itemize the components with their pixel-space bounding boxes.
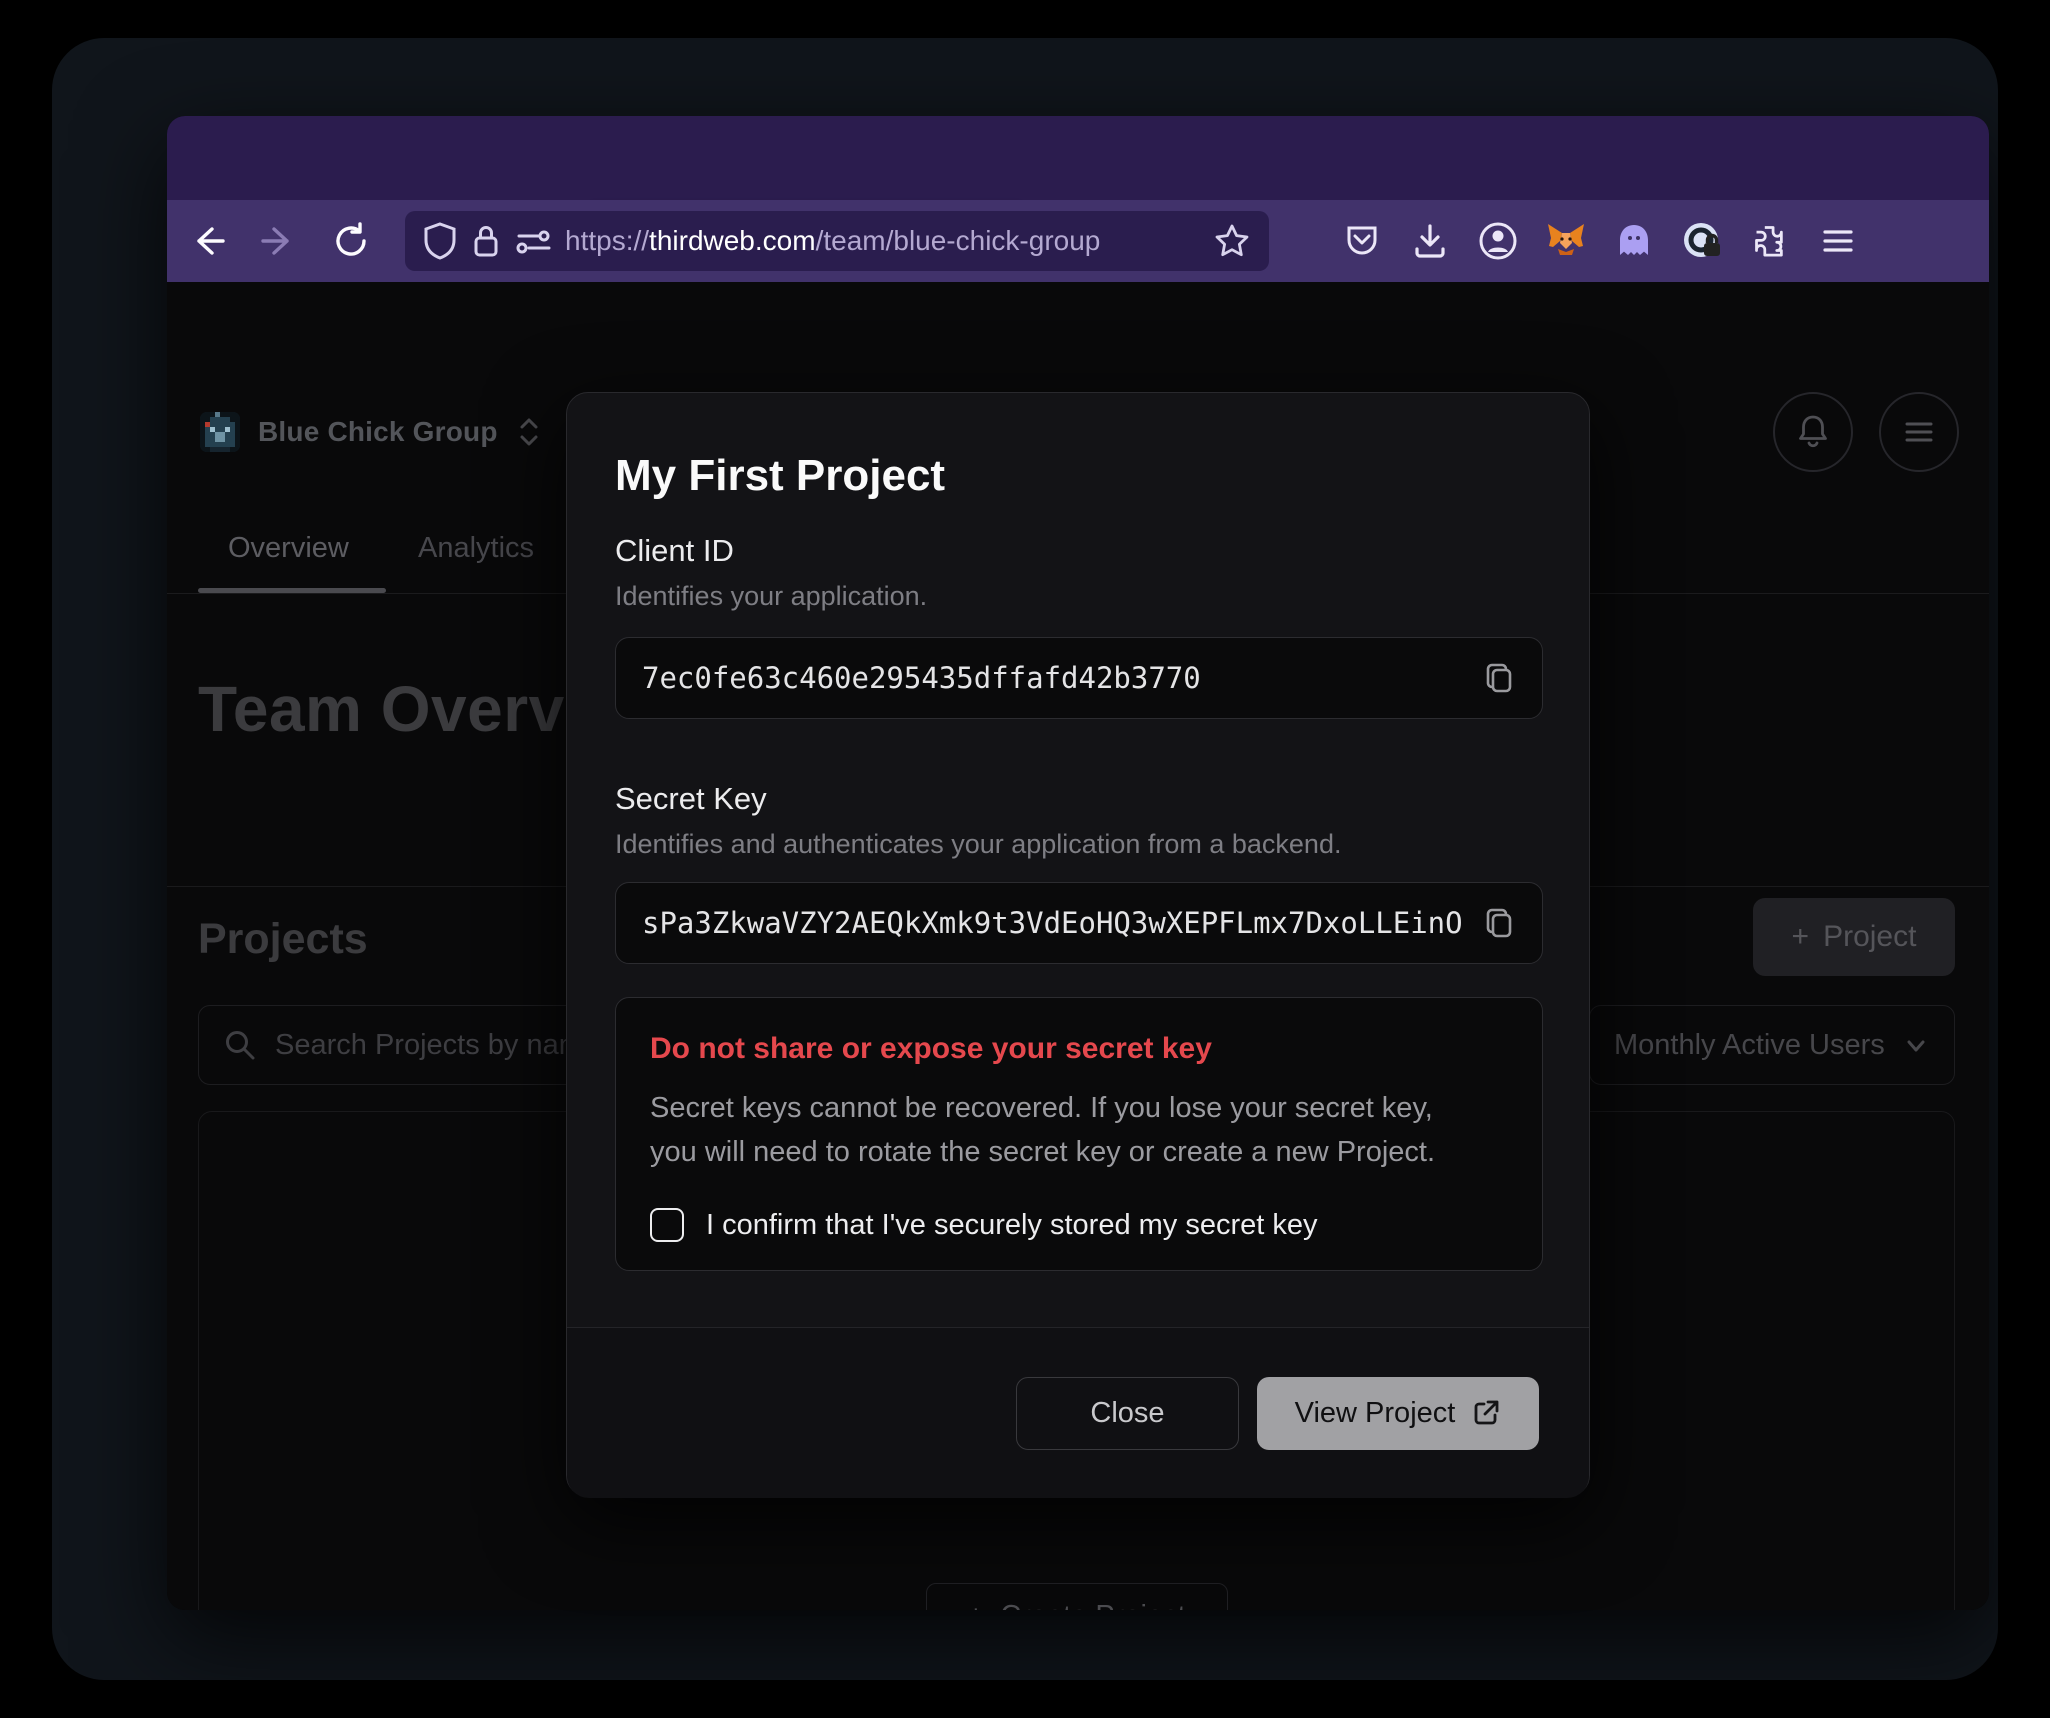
sort-selected-value: Monthly Active Users [1614,1029,1885,1062]
add-project-button[interactable]: + Project [1753,898,1955,976]
team-name: Blue Chick Group [258,416,498,448]
secret-key-label: Secret Key [615,781,767,817]
add-project-label: Project [1823,920,1916,954]
modal-footer: Close View Project [567,1327,1589,1498]
url-path: /team/blue-chick-group [816,225,1101,256]
permissions-icon[interactable] [515,226,551,256]
url-domain: thirdweb.com [649,225,816,256]
pocket-icon[interactable] [1339,218,1385,264]
view-project-button[interactable]: View Project [1257,1377,1539,1450]
client-id-value: 7ec0fe63c460e295435dffafd42b3770 [642,661,1462,695]
url-bar[interactable]: https://thirdweb.com/team/blue-chick-gro… [405,211,1269,271]
metamask-icon[interactable] [1543,218,1589,264]
account-icon[interactable] [1475,218,1521,264]
tab-overview[interactable]: Overview [228,532,349,565]
team-avatar [200,412,240,452]
secret-key-warning: Do not share or expose your secret key S… [615,997,1543,1271]
project-details-modal: My First Project Client ID Identifies yo… [566,392,1590,1497]
create-project-label: Create Project [1000,1600,1185,1611]
create-project-button[interactable]: + Create Project [926,1583,1228,1610]
confirm-label: I confirm that I've securely stored my s… [706,1209,1318,1242]
url-text[interactable]: https://thirdweb.com/team/blue-chick-gro… [565,225,1199,257]
client-id-field[interactable]: 7ec0fe63c460e295435dffafd42b3770 [615,637,1543,719]
url-scheme: https:// [565,225,649,256]
view-project-label: View Project [1295,1397,1456,1430]
tab-analytics[interactable]: Analytics [418,532,534,565]
tracking-protection-shield-icon[interactable] [423,222,457,260]
projects-heading: Projects [198,915,368,964]
confirm-row: I confirm that I've securely stored my s… [650,1208,1508,1242]
copy-icon[interactable] [1482,659,1516,697]
modal-title: My First Project [615,451,945,501]
onepassword-icon[interactable] [1679,218,1725,264]
external-link-icon [1471,1398,1501,1428]
team-switch-chevrons-icon [516,415,542,449]
reload-icon[interactable] [329,219,373,263]
notifications-bell-button[interactable] [1773,392,1853,472]
secret-key-description: Identifies and authenticates your applic… [615,829,1341,860]
extensions-puzzle-icon[interactable] [1747,218,1793,264]
plus-icon: + [967,1600,984,1611]
phantom-icon[interactable] [1611,218,1657,264]
account-menu-button[interactable] [1879,392,1959,472]
plus-icon: + [1792,920,1810,954]
secret-key-value: sPa3ZkwaVZY2AEQkXmk9t3VdEoHQ3wXEPFLmx7Dx… [642,906,1462,940]
browser-tab-bar: thirdweb: The complete web3 d ✕ + [167,116,1989,200]
client-id-description: Identifies your application. [615,581,927,612]
secret-key-field[interactable]: sPa3ZkwaVZY2AEQkXmk9t3VdEoHQ3wXEPFLmx7Dx… [615,882,1543,964]
active-tab-underline [198,588,386,593]
back-icon[interactable] [185,219,229,263]
bookmark-star-icon[interactable] [1213,222,1251,260]
sort-dropdown[interactable]: Monthly Active Users [1589,1005,1955,1085]
desktop-background: thirdweb: The complete web3 d ✕ + [52,38,1998,1680]
copy-icon[interactable] [1482,904,1516,942]
downloads-icon[interactable] [1407,218,1453,264]
chevron-down-icon [1902,1031,1930,1059]
menu-hamburger-icon[interactable] [1815,218,1861,264]
warning-title: Do not share or expose your secret key [650,1032,1508,1066]
team-switcher[interactable]: Blue Chick Group [200,412,542,452]
confirm-checkbox[interactable] [650,1208,684,1242]
forward-icon[interactable] [257,219,301,263]
connection-lock-icon[interactable] [471,223,501,259]
client-id-label: Client ID [615,533,734,569]
toolbar-extensions [1317,218,1861,264]
search-icon [223,1028,257,1062]
browser-toolbar: https://thirdweb.com/team/blue-chick-gro… [167,200,1989,282]
warning-body: Secret keys cannot be recovered. If you … [650,1086,1480,1174]
close-button[interactable]: Close [1016,1377,1239,1450]
